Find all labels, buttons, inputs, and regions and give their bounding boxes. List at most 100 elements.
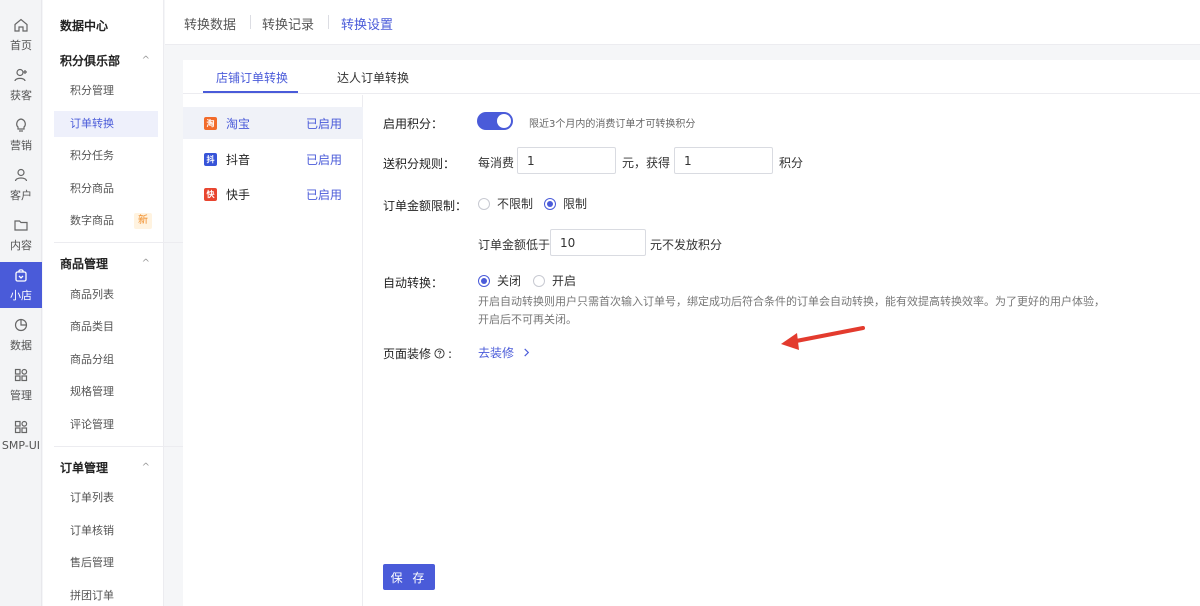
go-decorate-link[interactable]: 去装修 — [478, 344, 531, 361]
radio-auto-on[interactable]: 开启 — [533, 272, 576, 289]
radio-limit[interactable]: 限制 — [544, 195, 587, 212]
chevron-up-icon: ^ — [141, 258, 150, 269]
menu-item-after-sale[interactable]: 售后管理 — [54, 550, 158, 576]
colon-text: : — [448, 346, 453, 361]
spend-amount-input[interactable] — [517, 147, 616, 174]
sub-menu: 数据中心 积分俱乐部 ^ 积分管理 订单转换 积分任务 积分商品 数字商品 新 … — [43, 0, 191, 606]
chevron-up-icon: ^ — [141, 55, 150, 66]
rail-item-label: 获客 — [10, 89, 32, 102]
menu-divider — [54, 446, 191, 447]
menu-group-title: 积分俱乐部 — [60, 54, 121, 68]
menu-divider — [54, 242, 191, 243]
rail-item-label: 数据 — [10, 339, 32, 352]
app-nav-rail: 首页 获客 营销 客户 内容 小店 数据 管理 SMP-UI — [0, 0, 42, 606]
tab-separator — [250, 15, 251, 29]
platform-status: 已启用 — [305, 116, 342, 131]
rail-item-label: 客户 — [10, 189, 32, 202]
platform-status: 已启用 — [305, 152, 342, 167]
menu-item-order-convert[interactable]: 订单转换 — [54, 111, 158, 137]
rail-item-acquire[interactable]: 获客 — [0, 62, 42, 108]
user-icon — [14, 168, 28, 182]
menu-item-data-center[interactable]: 数据中心 — [60, 17, 108, 34]
tab-convert-records[interactable]: 转换记录 — [262, 14, 314, 33]
page-decor-label: 页面装修 : — [383, 345, 452, 362]
rail-item-smp-ui[interactable]: SMP-UI — [0, 412, 42, 458]
tab-shop-order-convert[interactable]: 店铺订单转换 — [216, 69, 288, 86]
tab-separator — [328, 15, 329, 29]
auto-convert-label: 自动转换： — [383, 276, 444, 290]
platform-name: 抖音 — [226, 152, 251, 167]
radio-label: 不限制 — [497, 197, 534, 211]
tab-convert-settings[interactable]: 转换设置 — [341, 14, 393, 33]
annotation-arrow-icon — [781, 326, 865, 350]
enable-points-toggle[interactable] — [477, 112, 513, 130]
menu-item-points-manage[interactable]: 积分管理 — [54, 78, 158, 104]
grid-icon — [14, 368, 28, 382]
menu-item-spec-manage[interactable]: 规格管理 — [54, 379, 158, 405]
rail-item-label: SMP-UI — [1, 438, 41, 452]
save-button[interactable]: 保 存 — [383, 564, 435, 590]
radio-circle — [544, 197, 556, 210]
help-circle-icon[interactable] — [434, 348, 445, 359]
taobao-logo-icon: 淘 — [204, 116, 217, 130]
menu-group-points-club[interactable]: 积分俱乐部 ^ — [60, 52, 160, 69]
description-line: 开启自动转换则用户只需首次输入订单号，绑定成功后符合条件的订单会自动转换，能有效… — [478, 295, 1105, 308]
menu-item-points-goods[interactable]: 积分商品 — [54, 176, 158, 202]
douyin-logo-icon: 抖 — [204, 152, 217, 166]
rail-item-content[interactable]: 内容 — [0, 212, 42, 258]
rail-item-manage[interactable]: 管理 — [0, 362, 42, 408]
grid-icon — [14, 420, 28, 433]
menu-item-label: 数字商品 — [70, 214, 114, 227]
pie-chart-icon — [14, 318, 28, 332]
folder-icon — [14, 220, 28, 231]
rule-middle-text: 元，获得 — [622, 156, 671, 170]
kuaishou-logo-icon: 快 — [204, 187, 217, 201]
menu-item-goods-list[interactable]: 商品列表 — [54, 282, 158, 308]
platform-status: 已启用 — [305, 187, 342, 202]
rail-item-home[interactable]: 首页 — [0, 12, 42, 58]
chevron-right-icon — [524, 348, 530, 357]
rail-item-customer[interactable]: 客户 — [0, 162, 42, 208]
menu-item-group-order[interactable]: 拼团订单 — [54, 583, 158, 606]
menu-item-goods-group[interactable]: 商品分组 — [54, 347, 158, 373]
radio-circle — [478, 274, 490, 287]
platform-name: 淘宝 — [226, 116, 251, 131]
platform-item-douyin[interactable]: 抖 抖音 已启用 — [183, 143, 363, 175]
radio-auto-off[interactable]: 关闭 — [478, 272, 521, 289]
radio-no-limit[interactable]: 不限制 — [478, 195, 533, 212]
radio-label: 开启 — [552, 274, 577, 288]
menu-group-title: 商品管理 — [60, 257, 109, 271]
active-tab-indicator — [203, 91, 298, 93]
menu-group-orders[interactable]: 订单管理 ^ — [60, 459, 160, 476]
enable-points-label: 启用积分： — [383, 117, 444, 131]
platform-item-kuaishou[interactable]: 快 快手 已启用 — [183, 178, 363, 210]
menu-item-digital-goods[interactable]: 数字商品 新 — [54, 208, 158, 234]
menu-item-comment-manage[interactable]: 评论管理 — [54, 412, 158, 438]
menu-item-goods-category[interactable]: 商品类目 — [54, 314, 158, 340]
menu-item-order-verify[interactable]: 订单核销 — [54, 518, 158, 544]
radio-label: 限制 — [563, 197, 588, 211]
platform-item-taobao[interactable]: 淘 淘宝 已启用 — [183, 107, 363, 139]
rail-item-data[interactable]: 数据 — [0, 312, 42, 358]
tab-convert-data[interactable]: 转换数据 — [184, 14, 236, 33]
lightbulb-icon — [16, 118, 26, 132]
rail-item-label: 首页 — [10, 39, 32, 52]
min-order-amount-input[interactable] — [550, 229, 646, 256]
page-header: 转换数据 转换记录 转换设置 — [165, 0, 1200, 45]
settings-card: 店铺订单转换 达人订单转换 淘 淘宝 已启用 抖 抖音 已启用 快 快手 已启用… — [183, 60, 1200, 606]
chevron-up-icon: ^ — [141, 462, 150, 473]
menu-group-goods[interactable]: 商品管理 ^ — [60, 255, 160, 272]
min-amount-suffix: 元不发放积分 — [650, 238, 723, 252]
rail-item-label: 管理 — [10, 389, 32, 402]
tab-influencer-order-convert[interactable]: 达人订单转换 — [337, 69, 409, 86]
rail-item-marketing[interactable]: 营销 — [0, 112, 42, 158]
points-amount-input[interactable] — [674, 147, 773, 174]
menu-item-points-task[interactable]: 积分任务 — [54, 143, 158, 169]
platform-name: 快手 — [226, 187, 251, 202]
page-decor-text: 页面装修 — [383, 347, 432, 361]
radio-circle — [533, 274, 545, 287]
rail-item-label: 小店 — [10, 289, 32, 302]
rule-prefix-text: 每消费 — [478, 156, 515, 170]
rail-item-shop[interactable]: 小店 — [0, 262, 42, 308]
menu-item-order-list[interactable]: 订单列表 — [54, 485, 158, 511]
